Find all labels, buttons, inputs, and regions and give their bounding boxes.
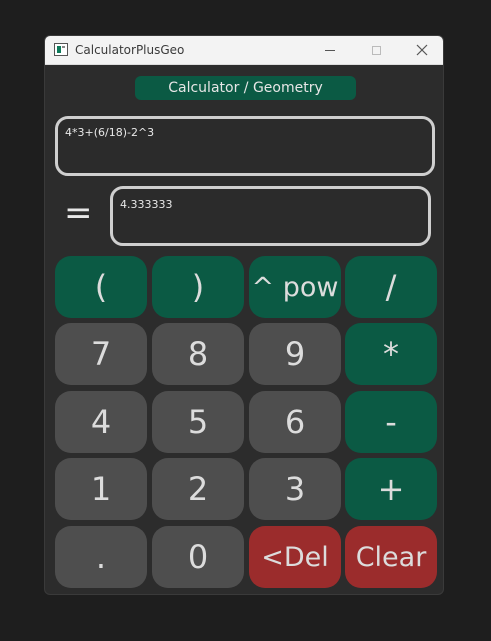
app-icon [54,43,68,56]
result-display[interactable]: 4.333333 [110,186,431,246]
close-paren-button[interactable]: ) [152,256,244,318]
maximize-button[interactable] [353,36,399,64]
close-button[interactable] [399,36,443,64]
multiply-button[interactable]: * [345,323,437,385]
nine-button[interactable]: 9 [249,323,341,385]
minimize-icon [325,49,335,51]
seven-button[interactable]: 7 [55,323,147,385]
six-button[interactable]: 6 [249,391,341,453]
pow-button[interactable]: ^ pow [249,256,341,318]
divide-button[interactable]: / [345,256,437,318]
four-button[interactable]: 4 [55,391,147,453]
zero-button[interactable]: 0 [152,526,244,588]
result-text: 4.333333 [120,198,173,211]
close-icon [416,44,428,56]
maximize-icon [371,45,381,55]
equals-sign: = [64,193,93,233]
title-bar: CalculatorPlusGeo [45,36,443,65]
mode-label[interactable]: Calculator / Geometry [135,76,356,100]
window-title: CalculatorPlusGeo [75,43,185,57]
minimize-button[interactable] [307,36,353,64]
clear-button[interactable]: Clear [345,526,437,588]
expression-text: 4*3+(6/18)-2^3 [65,126,155,139]
open-paren-button[interactable]: ( [55,256,147,318]
five-button[interactable]: 5 [152,391,244,453]
delete-button[interactable]: <Del [249,526,341,588]
plus-button[interactable]: + [345,458,437,520]
app-window: CalculatorPlusGeo Calculator / Geometry … [44,35,444,595]
three-button[interactable]: 3 [249,458,341,520]
decimal-point-button[interactable]: . [55,526,147,588]
one-button[interactable]: 1 [55,458,147,520]
two-button[interactable]: 2 [152,458,244,520]
minus-button[interactable]: - [345,391,437,453]
eight-button[interactable]: 8 [152,323,244,385]
expression-input[interactable]: 4*3+(6/18)-2^3 [55,116,435,176]
